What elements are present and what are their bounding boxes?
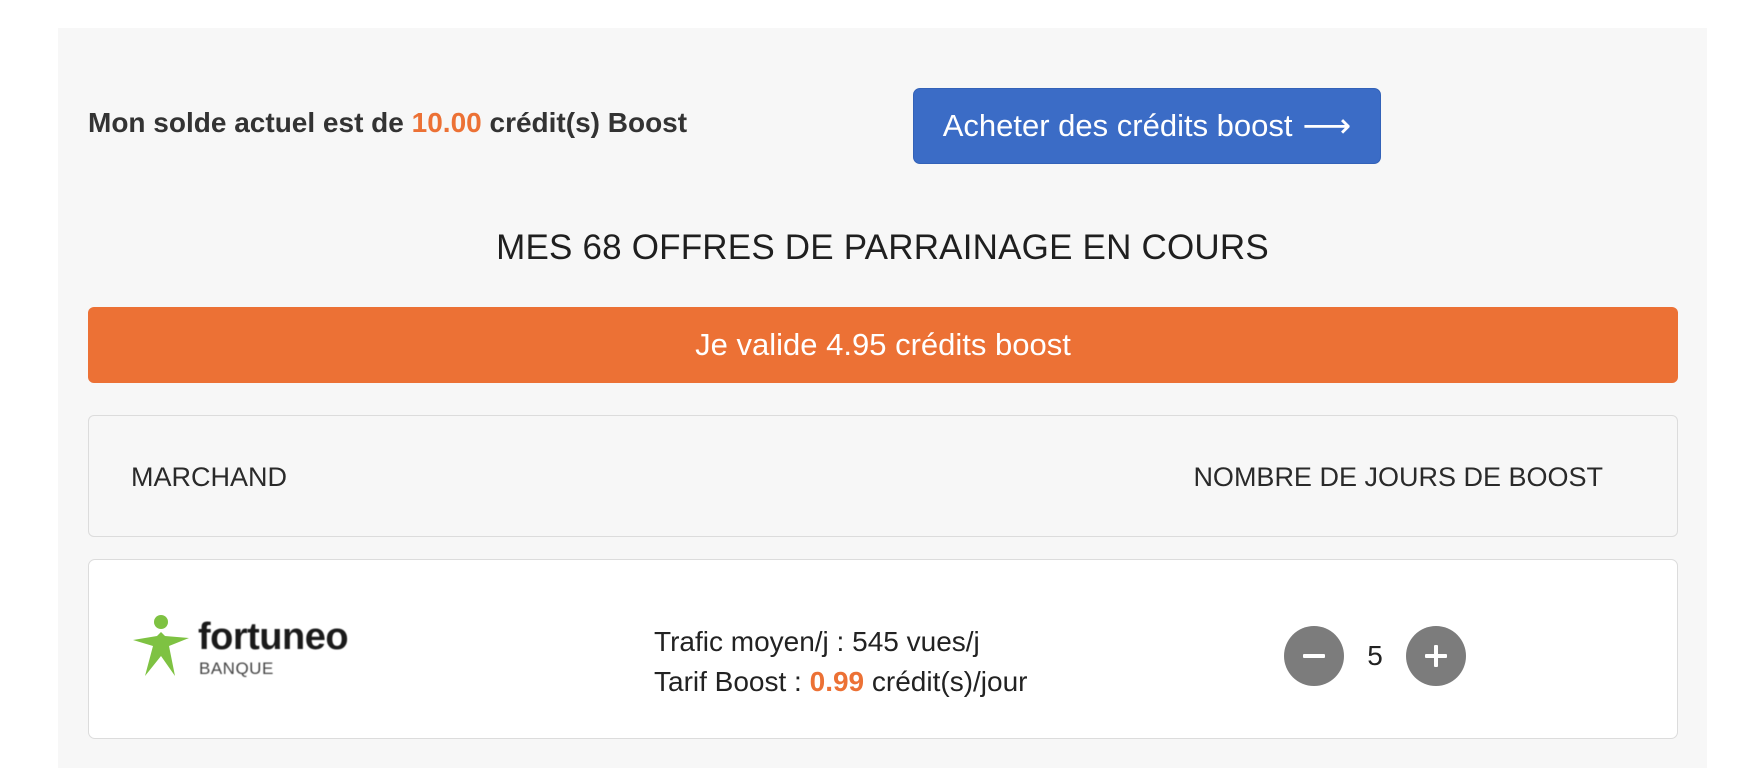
balance-prefix: Mon solde actuel est de [88, 107, 404, 138]
traffic-value: 545 vues/j [852, 626, 980, 657]
boost-panel: Mon solde actuel est de 10.00 crédit(s) … [58, 28, 1707, 768]
minus-icon [1303, 654, 1325, 658]
header-boost-days: NOMBRE DE JOURS DE BOOST [1193, 462, 1603, 492]
buy-credits-label: Acheter des crédits boost [942, 108, 1293, 143]
buy-credits-button[interactable]: Acheter des crédits boost ⟶ [913, 88, 1381, 164]
validate-credits-button[interactable]: Je valide 4.95 crédits boost [88, 307, 1678, 383]
plus-icon [1425, 645, 1447, 667]
traffic-label: Trafic moyen/j : [654, 626, 845, 657]
merchant-logo-name: fortuneo [198, 616, 349, 658]
tariff-label: Tarif Boost : [654, 666, 802, 697]
balance-suffix: crédit(s) Boost [489, 107, 688, 138]
balance-text: Mon solde actuel est de 10.00 crédit(s) … [88, 109, 687, 137]
merchant-logo: fortuneo BANQUE [131, 612, 361, 684]
green-star-figure-icon [133, 615, 189, 676]
merchant-stats: Trafic moyen/j : 545 vues/j Tarif Boost … [654, 622, 1028, 702]
tariff-unit: crédit(s)/jour [871, 666, 1028, 697]
decrement-button[interactable] [1284, 626, 1344, 686]
table-row: fortuneo BANQUE Trafic moyen/j : 545 vue… [88, 559, 1678, 739]
balance-amount: 10.00 [411, 107, 482, 138]
section-title: MES 68 OFFRES DE PARRAINAGE EN COURS [496, 228, 1269, 267]
tariff-value: 0.99 [809, 666, 865, 697]
header-merchant: MARCHAND [131, 462, 288, 492]
boost-days-value: 5 [1367, 640, 1383, 671]
traffic-line: Trafic moyen/j : 545 vues/j [654, 622, 1028, 662]
tariff-line: Tarif Boost : 0.99 crédit(s)/jour [654, 662, 1028, 702]
merchant-logo-subtitle: BANQUE [199, 659, 274, 678]
table-header: MARCHAND NOMBRE DE JOURS DE BOOST [88, 415, 1678, 537]
arrow-right-icon: ⟶ [1302, 107, 1352, 145]
increment-button[interactable] [1406, 626, 1466, 686]
boost-days-stepper: 5 [1284, 626, 1466, 686]
